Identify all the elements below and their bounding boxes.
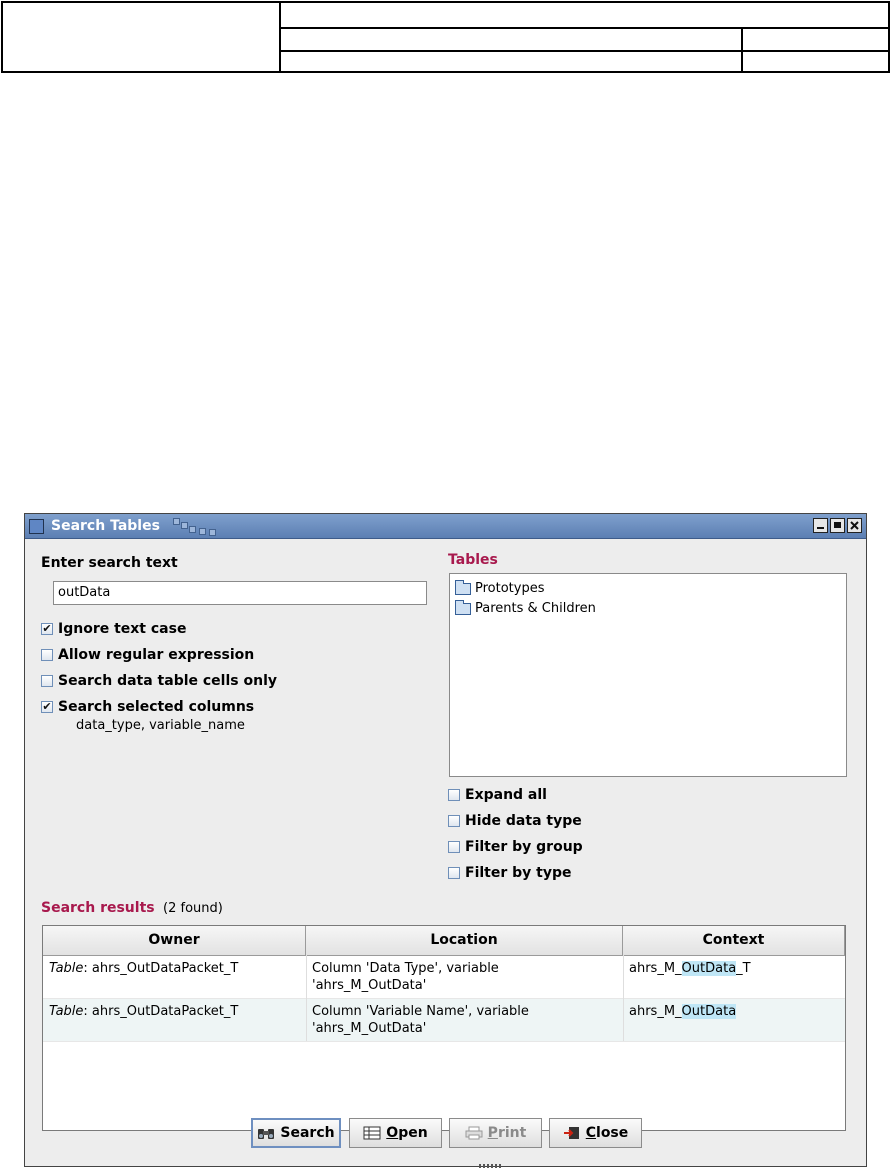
location-cell: Column 'Variable Name', variable'ahrs_M_… — [312, 1004, 529, 1036]
checkbox-icon[interactable] — [41, 675, 53, 687]
checkbox-icon[interactable]: ✔ — [41, 623, 53, 635]
filter-by-type-checkbox[interactable]: Filter by type — [448, 864, 571, 882]
folder-icon — [455, 579, 471, 595]
column-header-owner[interactable]: Owner — [43, 926, 306, 955]
tree-item-label: Parents & Children — [475, 601, 596, 616]
search-tables-window: Search Tables Enter search text outData … — [24, 513, 867, 1168]
checkbox-icon[interactable] — [448, 815, 460, 827]
checkbox-label: Search selected columns — [58, 699, 255, 715]
search-input[interactable]: outData — [53, 581, 427, 605]
header-cell-left — [3, 3, 281, 71]
cells-only-checkbox[interactable]: Search data table cells only — [41, 672, 277, 690]
match-highlight: OutData — [681, 1004, 737, 1019]
checkbox-icon[interactable] — [448, 789, 460, 801]
title-bar[interactable]: Search Tables — [25, 514, 866, 539]
table-row[interactable]: Table: ahrs_OutDataPacket_T Column 'Vari… — [43, 999, 845, 1042]
column-divider — [623, 955, 624, 1041]
column-header-location[interactable]: Location — [306, 926, 623, 955]
context-cell: ahrs_M_OutData — [629, 1004, 737, 1019]
checkbox-label: Search data table cells only — [58, 673, 277, 689]
column-divider — [306, 955, 307, 1041]
regex-checkbox[interactable]: Allow regular expression — [41, 646, 254, 664]
table-row[interactable]: Table: ahrs_OutDataPacket_T Column 'Data… — [43, 956, 845, 999]
checkbox-label: Filter by type — [465, 865, 572, 881]
checkbox-icon[interactable]: ✔ — [41, 701, 53, 713]
checkbox-label: Ignore text case — [58, 621, 187, 637]
results-table-header: Owner Location Context — [43, 926, 845, 956]
results-count: (2 found) — [163, 901, 223, 916]
title-decoration — [173, 518, 221, 536]
binoculars-icon — [258, 1129, 275, 1139]
folder-icon — [455, 599, 471, 615]
tree-item-label: Prototypes — [475, 581, 545, 596]
table-icon — [363, 1126, 381, 1140]
results-table[interactable]: Owner Location Context Table: ahrs_OutDa… — [42, 925, 846, 1131]
resize-grip[interactable] — [479, 1164, 503, 1168]
selected-columns-list: data_type, variable_name — [76, 718, 245, 733]
results-label: Search results — [41, 900, 155, 916]
tables-tree[interactable]: Prototypes Parents & Children — [449, 573, 847, 777]
selected-columns-checkbox[interactable]: ✔ Search selected columns — [41, 698, 254, 716]
hide-data-type-checkbox[interactable]: Hide data type — [448, 812, 582, 830]
owner-cell: Table: ahrs_OutDataPacket_T — [49, 1004, 239, 1019]
header-cell-top — [281, 3, 888, 29]
window-icon — [29, 519, 44, 534]
tables-label: Tables — [448, 552, 498, 568]
match-highlight: OutData — [681, 961, 737, 976]
print-button[interactable]: Print — [449, 1118, 542, 1148]
checkbox-label: Allow regular expression — [58, 647, 255, 663]
document-header-table — [1, 1, 890, 73]
checkbox-icon[interactable] — [41, 649, 53, 661]
tree-item-parents-children[interactable]: Parents & Children — [455, 599, 596, 616]
printer-icon — [465, 1126, 483, 1140]
maximize-icon[interactable] — [830, 518, 845, 533]
checkbox-label: Hide data type — [465, 813, 582, 829]
expand-all-checkbox[interactable]: Expand all — [448, 786, 547, 804]
filter-by-group-checkbox[interactable]: Filter by group — [448, 838, 583, 856]
column-header-context[interactable]: Context — [623, 926, 845, 955]
open-button[interactable]: Open — [349, 1118, 442, 1148]
checkbox-label: Filter by group — [465, 839, 583, 855]
close-button[interactable]: Close — [549, 1118, 642, 1148]
location-cell: Column 'Data Type', variable'ahrs_M_OutD… — [312, 961, 499, 993]
owner-cell: Table: ahrs_OutDataPacket_T — [49, 961, 239, 976]
exit-door-icon — [563, 1127, 579, 1139]
search-button[interactable]: Search — [251, 1118, 341, 1148]
header-cell-middle — [281, 29, 888, 52]
ignore-case-checkbox[interactable]: ✔ Ignore text case — [41, 620, 186, 638]
search-text-label: Enter search text — [41, 555, 178, 571]
checkbox-icon[interactable] — [448, 867, 460, 879]
checkbox-icon[interactable] — [448, 841, 460, 853]
minimize-icon[interactable] — [813, 518, 828, 533]
header-divider — [741, 29, 743, 71]
context-cell: ahrs_M_OutData_T — [629, 961, 751, 976]
checkbox-label: Expand all — [465, 787, 547, 803]
close-icon[interactable] — [847, 518, 862, 533]
results-header: Search results (2 found) — [41, 899, 223, 918]
tree-item-prototypes[interactable]: Prototypes — [455, 579, 545, 596]
window-title: Search Tables — [51, 518, 160, 534]
